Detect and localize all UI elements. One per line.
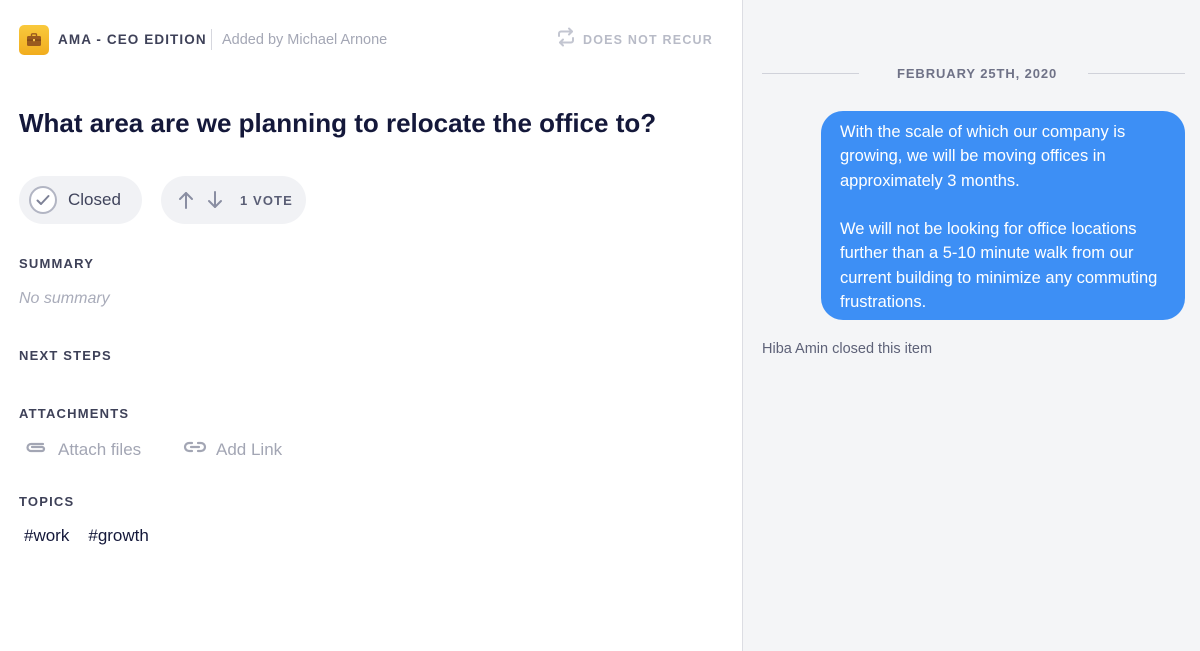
status-label: Closed xyxy=(68,190,121,209)
topics-heading: TOPICS xyxy=(19,494,75,509)
paperclip-icon xyxy=(24,437,48,462)
arrow-down-icon[interactable] xyxy=(205,190,225,210)
status-toggle-button[interactable]: Closed xyxy=(19,176,142,224)
item-detail-pane: AMA - CEO EDITION Added by Michael Arnon… xyxy=(0,0,742,651)
message-paragraph: We will not be looking for office locati… xyxy=(840,220,1158,312)
activity-event: Hiba Amin closed this item xyxy=(762,341,933,357)
vote-control: 1 VOTE xyxy=(161,176,306,224)
add-link-label: Add Link xyxy=(216,439,283,459)
date-separator-left xyxy=(762,73,859,74)
topics-list: #work #growth xyxy=(24,526,168,546)
meeting-name[interactable]: AMA - CEO EDITION xyxy=(58,32,207,47)
date-separator-right xyxy=(1088,73,1185,74)
topic-tag[interactable]: #growth xyxy=(88,526,148,546)
recurrence-indicator[interactable]: DOES NOT RECUR xyxy=(556,27,713,52)
summary-placeholder[interactable]: No summary xyxy=(19,290,110,308)
date-separator-label: FEBRUARY 25TH, 2020 xyxy=(897,66,1058,81)
activity-panel xyxy=(743,0,1200,651)
added-by-text: Added by Michael Arnone xyxy=(222,32,388,48)
item-title[interactable]: What area are we planning to relocate th… xyxy=(19,108,656,139)
vote-count: 1 VOTE xyxy=(240,192,293,208)
recurrence-label: DOES NOT RECUR xyxy=(583,32,714,47)
attach-files-button[interactable]: Attach files xyxy=(24,437,141,462)
message-bubble[interactable]: With the scale of which our company is g… xyxy=(821,111,1185,320)
repeat-icon xyxy=(556,27,576,52)
header-divider xyxy=(211,29,212,50)
attach-files-label: Attach files xyxy=(58,439,142,459)
check-icon xyxy=(29,186,57,214)
next-steps-heading: NEXT STEPS xyxy=(19,348,112,363)
link-icon xyxy=(183,437,207,462)
summary-heading: SUMMARY xyxy=(19,256,95,271)
briefcase-icon xyxy=(19,25,49,55)
arrow-up-icon[interactable] xyxy=(176,190,196,210)
topic-tag[interactable]: #work xyxy=(24,526,69,546)
add-link-button[interactable]: Add Link xyxy=(183,437,282,462)
message-paragraph: With the scale of which our company is g… xyxy=(840,123,1126,190)
attachments-heading: ATTACHMENTS xyxy=(19,406,130,421)
